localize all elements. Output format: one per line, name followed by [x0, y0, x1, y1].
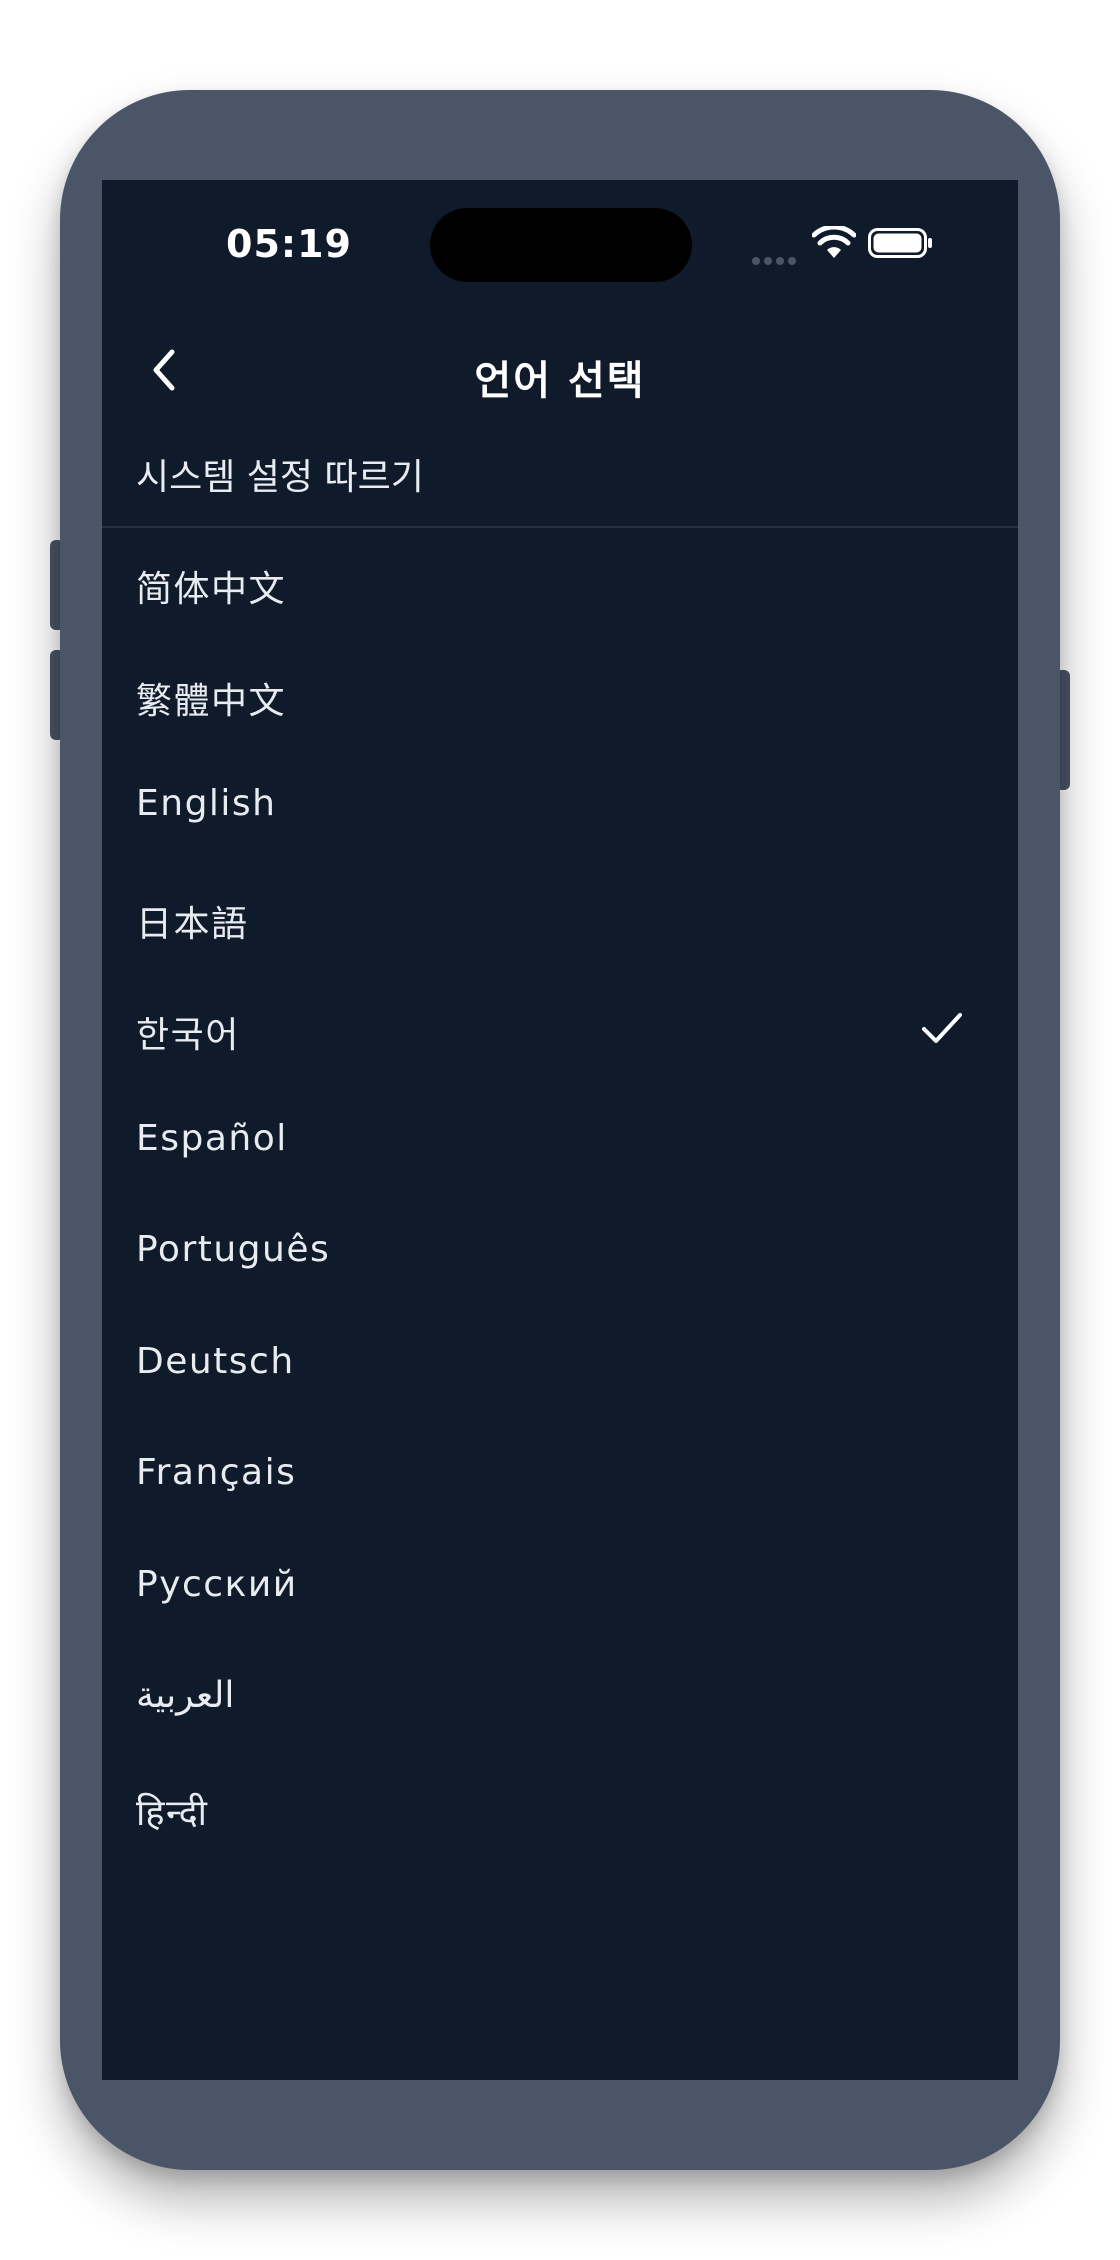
- language-item-zh-hans[interactable]: 简体中文: [102, 528, 1018, 640]
- language-label: Português: [136, 1229, 331, 1270]
- language-item-pt[interactable]: Português: [102, 1197, 1018, 1309]
- page-title: 언어 선택: [474, 358, 646, 404]
- wifi-icon: [812, 226, 856, 258]
- navigation-bar: 언어 선택: [102, 320, 1018, 420]
- language-item-es[interactable]: Español: [102, 1086, 1018, 1198]
- cellular-signal-icon: [752, 250, 800, 265]
- language-label: Español: [136, 1117, 288, 1159]
- language-label: Deutsch: [136, 1340, 295, 1382]
- language-item-ja[interactable]: 日本語: [102, 863, 1018, 975]
- language-label: हिन्दी: [136, 1792, 209, 1834]
- dynamic-island: [430, 208, 692, 282]
- app-screen: 05:19 언어 선택 시스템 설정 따르기 简体中文 繁體中文 English…: [102, 180, 1018, 2080]
- checkmark-icon: [922, 1013, 962, 1043]
- follow-system-label: 시스템 설정 따르기: [136, 457, 424, 498]
- language-list: 简体中文 繁體中文 English 日本語 한국어 Español Portug…: [102, 528, 1018, 1866]
- status-time: 05:19: [226, 222, 352, 266]
- language-item-de[interactable]: Deutsch: [102, 1309, 1018, 1421]
- follow-system-option[interactable]: 시스템 설정 따르기: [102, 430, 1018, 528]
- language-label: العربية: [136, 1675, 235, 1716]
- battery-icon: [868, 228, 932, 258]
- language-label: Français: [136, 1452, 297, 1493]
- language-label: 简体中文: [136, 569, 287, 610]
- language-item-ko[interactable]: 한국어: [102, 974, 1018, 1086]
- language-label: 日本語: [136, 903, 249, 945]
- language-item-zh-hant[interactable]: 繁體中文: [102, 640, 1018, 752]
- language-item-ru[interactable]: Русский: [102, 1532, 1018, 1644]
- language-label: English: [136, 783, 277, 824]
- language-item-en[interactable]: English: [102, 751, 1018, 863]
- language-label: 繁體中文: [136, 680, 287, 722]
- language-label: 한국어: [136, 1015, 240, 1056]
- status-bar: 05:19: [102, 180, 1018, 320]
- language-item-ar[interactable]: العربية: [102, 1643, 1018, 1755]
- language-label: Русский: [136, 1563, 298, 1605]
- language-item-hi[interactable]: हिन्दी: [102, 1755, 1018, 1867]
- language-item-fr[interactable]: Français: [102, 1420, 1018, 1532]
